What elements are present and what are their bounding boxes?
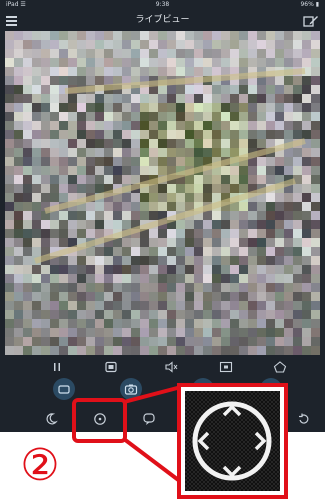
- highlight-box: [72, 398, 127, 443]
- step-number-label: ②: [20, 440, 60, 491]
- ptz-direction-icon: [185, 391, 280, 491]
- zoom-inner: [185, 391, 280, 491]
- zoomed-ptz-callout: [177, 383, 288, 499]
